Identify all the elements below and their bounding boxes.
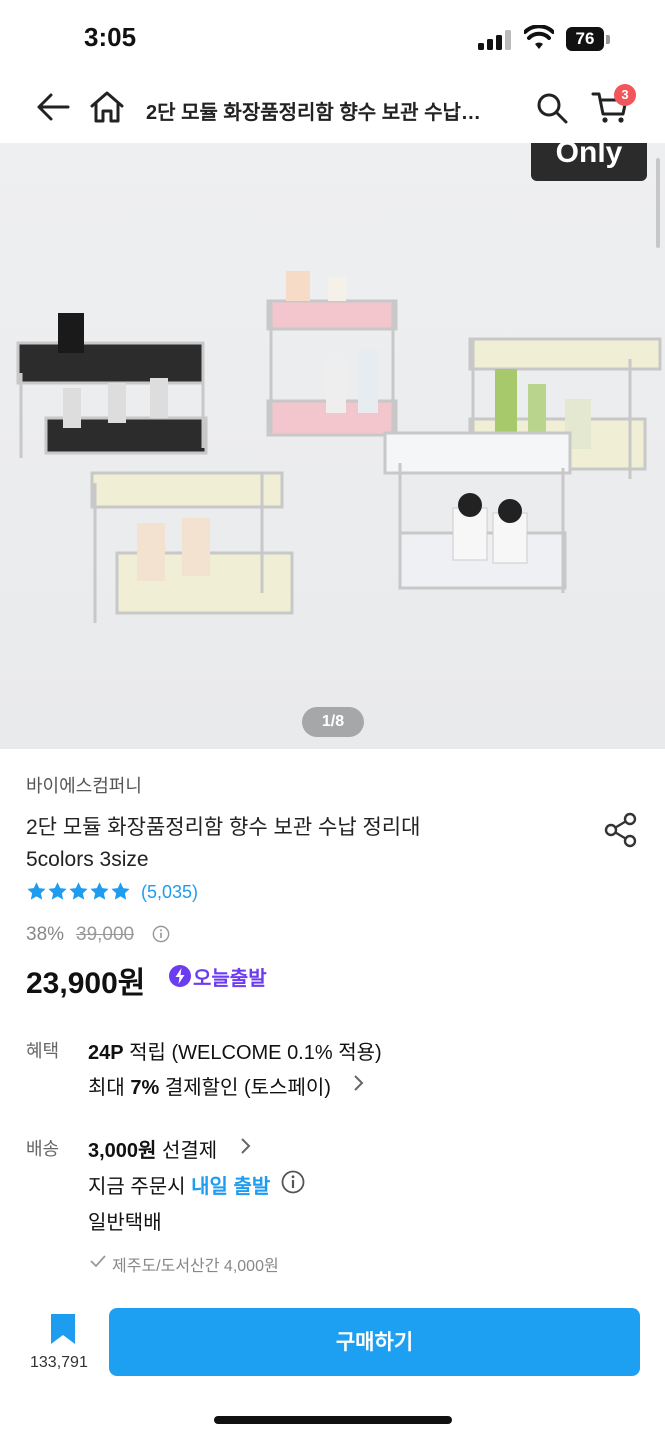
star-icon — [111, 882, 130, 900]
points-row: 24P 적립 (WELCOME 0.1% 적용) — [88, 1036, 382, 1065]
status-time: 3:05 — [84, 22, 137, 52]
jeju-shipping-fee: 제주도/도서산간 4,000원 — [112, 1258, 279, 1275]
discount-rate: 38% — [26, 924, 65, 945]
payment-discount-row[interactable]: 최대 7% 결제할인 (토스페이) — [88, 1071, 331, 1100]
review-count-link[interactable]: (5,035) — [141, 882, 198, 903]
chevron-right-icon[interactable] — [239, 1137, 251, 1155]
courier-type: 일반택배 — [88, 1212, 162, 1234]
ship-date-row: 지금 주문시 내일 출발 — [88, 1170, 270, 1199]
shipping-fee-type: 선결제 — [156, 1140, 218, 1162]
image-page-indicator: 1/8 — [302, 707, 364, 737]
ship-date-prefix: 지금 주문시 — [88, 1176, 192, 1198]
today-shipping-badge: 오늘출발 — [193, 968, 267, 990]
discount-detail: 결제할인 (토스페이) — [159, 1077, 331, 1099]
buy-button[interactable]: 구매하기 — [109, 1308, 640, 1376]
ship-date: 내일 출발 — [191, 1176, 271, 1198]
only-badge-text: Only — [555, 143, 623, 169]
product-image[interactable] — [0, 143, 665, 749]
header-title: 2단 모듈 화장품정리함 향수 보관 수납… — [146, 102, 481, 124]
benefit-label: 혜택 — [26, 1041, 60, 1061]
sale-price: 23,900원 — [26, 967, 146, 1000]
points-amount: 24P — [88, 1042, 124, 1064]
shipping-fee: 3,000원 — [88, 1140, 157, 1162]
cellular-signal-icon — [478, 30, 511, 50]
shipping-fee-row[interactable]: 3,000원 선결제 — [88, 1134, 217, 1163]
star-icon — [48, 882, 67, 900]
search-icon[interactable] — [536, 92, 568, 124]
check-icon — [90, 1255, 106, 1268]
home-icon[interactable] — [89, 90, 125, 124]
rating-stars — [26, 881, 131, 905]
product-photo-illustration — [16, 271, 662, 623]
points-detail: 적립 (WELCOME 0.1% 적용) — [123, 1042, 382, 1064]
wifi-icon — [524, 25, 554, 49]
battery-icon: 76 — [566, 27, 612, 51]
share-icon[interactable] — [603, 812, 639, 848]
lightning-icon — [169, 965, 191, 987]
bookmark-icon[interactable] — [48, 1312, 78, 1346]
star-icon — [90, 882, 109, 900]
chevron-right-icon[interactable] — [352, 1074, 364, 1092]
brand-name[interactable]: 바이에스컴퍼니 — [26, 772, 142, 798]
info-icon[interactable] — [152, 925, 170, 943]
back-arrow-icon[interactable] — [36, 92, 70, 122]
only-badge: Only — [531, 143, 647, 181]
scrollbar[interactable] — [656, 158, 660, 248]
original-price: 39,000 — [76, 924, 135, 945]
star-icon — [27, 882, 46, 900]
shipping-label: 배송 — [26, 1139, 60, 1159]
cart-count-badge: 3 — [614, 84, 636, 106]
discount-percent: 7% — [130, 1077, 160, 1099]
info-icon[interactable] — [281, 1170, 305, 1194]
product-title-line2: 5colors 3size — [26, 848, 149, 871]
battery-level: 76 — [566, 27, 604, 51]
bookmark-count: 133,791 — [30, 1354, 88, 1371]
product-title-line1: 2단 모듈 화장품정리함 향수 보관 수납 정리대 — [26, 816, 421, 839]
star-icon — [69, 882, 88, 900]
discount-prefix: 최대 — [88, 1077, 131, 1099]
home-indicator[interactable] — [214, 1416, 452, 1424]
product-title: 2단 모듈 화장품정리함 향수 보관 수납 정리대 5colors 3size — [26, 812, 506, 876]
